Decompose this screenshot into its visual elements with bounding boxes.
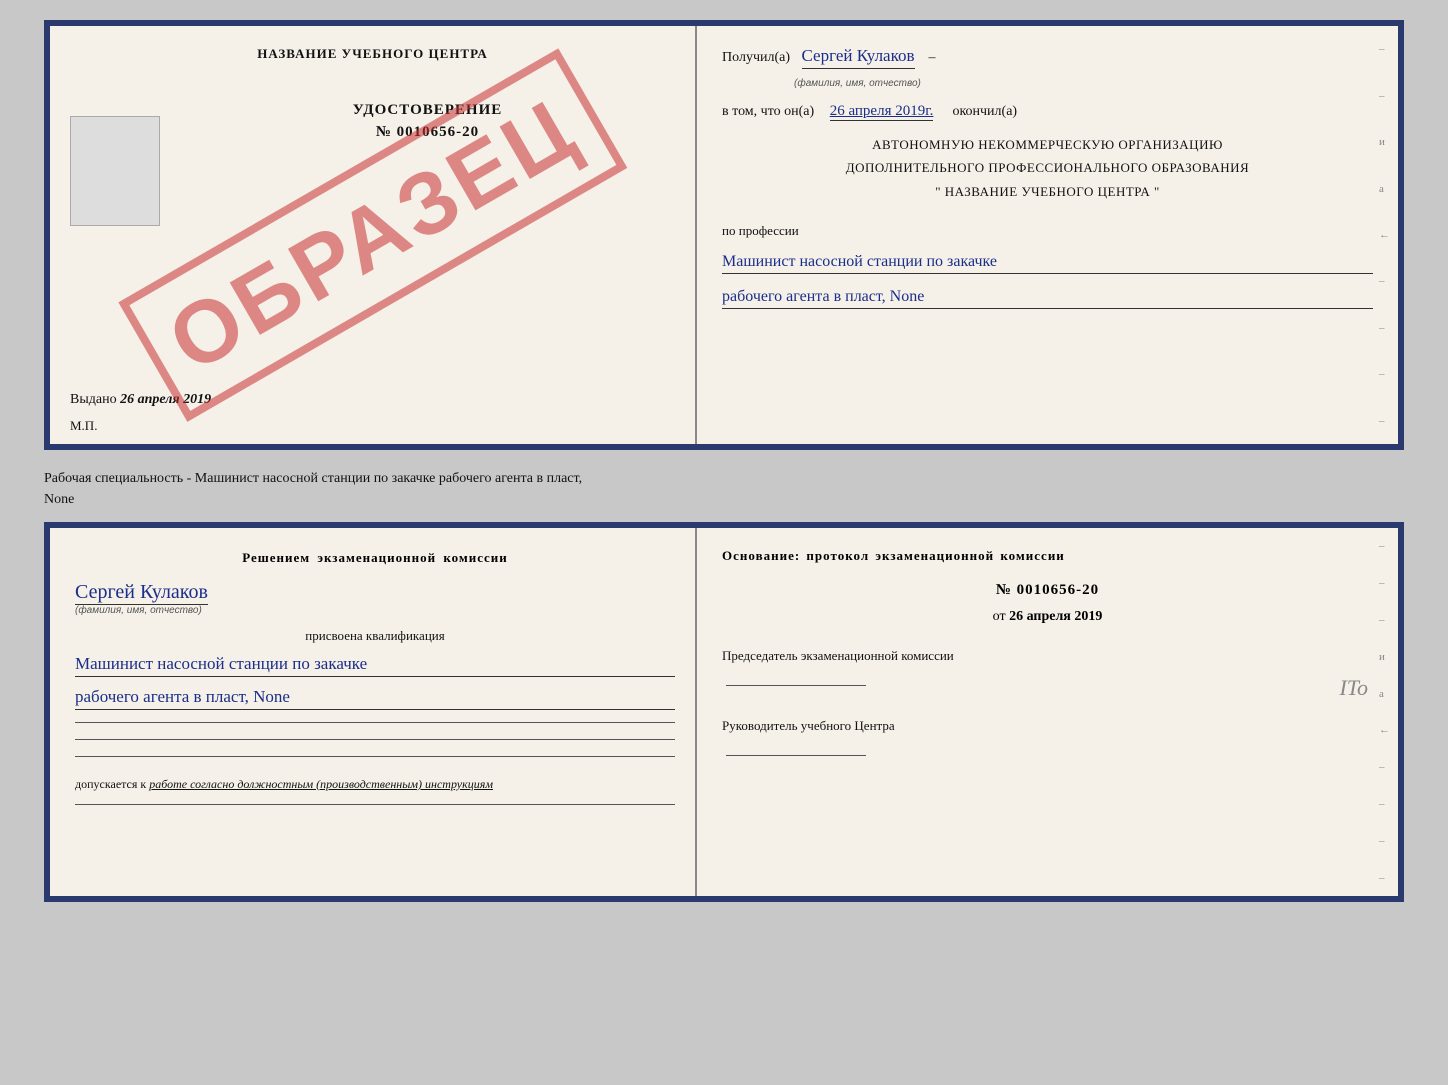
- commission-title: Решением экзаменационной комиссии: [75, 548, 675, 569]
- top-left-panel: НАЗВАНИЕ УЧЕБНОГО ЦЕНТРА УДОСТОВЕРЕНИЕ №…: [50, 26, 697, 444]
- date-value: 26 апреля 2019г.: [830, 103, 934, 121]
- qual-line2: рабочего агента в пласт, None: [75, 687, 675, 710]
- finished-label: окончил(а): [952, 104, 1017, 120]
- issued-label: Выдано: [70, 392, 117, 407]
- basis-title: Основание: протокол экзаменационной коми…: [722, 548, 1373, 564]
- bottom-left-panel: Решением экзаменационной комиссии Сергей…: [50, 528, 697, 896]
- bottom-line-4: [75, 804, 675, 805]
- photo-placeholder: [70, 116, 160, 226]
- mp-line: М.П.: [70, 418, 675, 434]
- protocol-number: № 0010656-20: [722, 582, 1373, 599]
- org-line3: " НАЗВАНИЕ УЧЕБНОГО ЦЕНТРА ": [722, 180, 1373, 203]
- head-sign-line: [722, 741, 1373, 763]
- bottom-right-panel: Основание: протокол экзаменационной коми…: [697, 528, 1398, 896]
- org-line1: АВТОНОМНУЮ НЕКОММЕРЧЕСКУЮ ОРГАНИЗАЦИЮ: [722, 133, 1373, 156]
- in-that-label: в том, что он(а): [722, 104, 814, 120]
- bottom-document: Решением экзаменационной комиссии Сергей…: [44, 522, 1404, 902]
- top-document: НАЗВАНИЕ УЧЕБНОГО ЦЕНТРА УДОСТОВЕРЕНИЕ №…: [44, 20, 1404, 450]
- middle-text-block: Рабочая специальность - Машинист насосно…: [44, 460, 1404, 512]
- cert-title: УДОСТОВЕРЕНИЕ: [180, 102, 675, 119]
- head-sign: [726, 755, 866, 756]
- chairman-label: Председатель экзаменационной комиссии: [722, 645, 1373, 667]
- middle-text-line1: Рабочая специальность - Машинист насосно…: [44, 468, 1404, 489]
- issued-date: 26 апреля 2019: [120, 392, 211, 407]
- received-line: Получил(а) Сергей Кулаков –: [722, 46, 1373, 69]
- bottom-fio-sub: (фамилия, имя, отчество): [75, 605, 675, 616]
- issued-line: Выдано 26 апреля 2019: [70, 332, 675, 413]
- profession-line2: рабочего агента в пласт, None: [722, 288, 1373, 309]
- assigned-label: присвоена квалификация: [75, 628, 675, 644]
- bottom-name: Сергей Кулаков: [75, 581, 208, 605]
- chairman-block: Председатель экзаменационной комиссии: [722, 645, 1373, 693]
- top-right-panel: Получил(а) Сергей Кулаков – (фамилия, им…: [697, 26, 1398, 444]
- head-label: Руководитель учебного Центра: [722, 715, 1373, 737]
- middle-text-line2: None: [44, 489, 1404, 510]
- chairman-sign: [726, 685, 866, 686]
- profession-line1: Машинист насосной станции по закачке: [722, 253, 1373, 274]
- profession-label: по профессии: [722, 223, 1373, 239]
- head-block: Руководитель учебного Центра: [722, 715, 1373, 763]
- protocol-date: 26 апреля 2019: [1009, 609, 1102, 624]
- bottom-line-1: [75, 722, 675, 723]
- bottom-name-block: Сергей Кулаков (фамилия, имя, отчество): [75, 577, 675, 616]
- received-label: Получил(а): [722, 50, 790, 66]
- bottom-line-3: [75, 756, 675, 757]
- org-line2: ДОПОЛНИТЕЛЬНОГО ПРОФЕССИОНАЛЬНОГО ОБРАЗО…: [722, 156, 1373, 179]
- bottom-line-2: [75, 739, 675, 740]
- right-dashes-top: – – и а ← – – – –: [1379, 26, 1390, 444]
- protocol-date-line: от 26 апреля 2019: [722, 609, 1373, 625]
- fio-sublabel-top: (фамилия, имя, отчество): [794, 78, 921, 89]
- qual-line1: Машинист насосной станции по закачке: [75, 654, 675, 677]
- org-block: АВТОНОМНУЮ НЕКОММЕРЧЕСКУЮ ОРГАНИЗАЦИЮ ДО…: [722, 133, 1373, 203]
- chairman-sign-line: [722, 671, 1373, 693]
- recipient-name: Сергей Кулаков: [802, 46, 915, 69]
- cert-number: № 0010656-20: [180, 124, 675, 141]
- date-line: в том, что он(а) 26 апреля 2019г. окончи…: [722, 103, 1373, 121]
- allowed-text-block: допускается к работе согласно должностны…: [75, 777, 675, 792]
- protocol-date-prefix: от: [993, 609, 1006, 624]
- right-dashes-bottom: – – – и а ← – – – –: [1379, 528, 1390, 896]
- school-name-top: НАЗВАНИЕ УЧЕБНОГО ЦЕНТРА: [70, 46, 675, 62]
- allowed-text: работе согласно должностным (производств…: [149, 777, 493, 791]
- allowed-label: допускается к: [75, 777, 146, 791]
- ito-mark: ITo: [1339, 675, 1368, 701]
